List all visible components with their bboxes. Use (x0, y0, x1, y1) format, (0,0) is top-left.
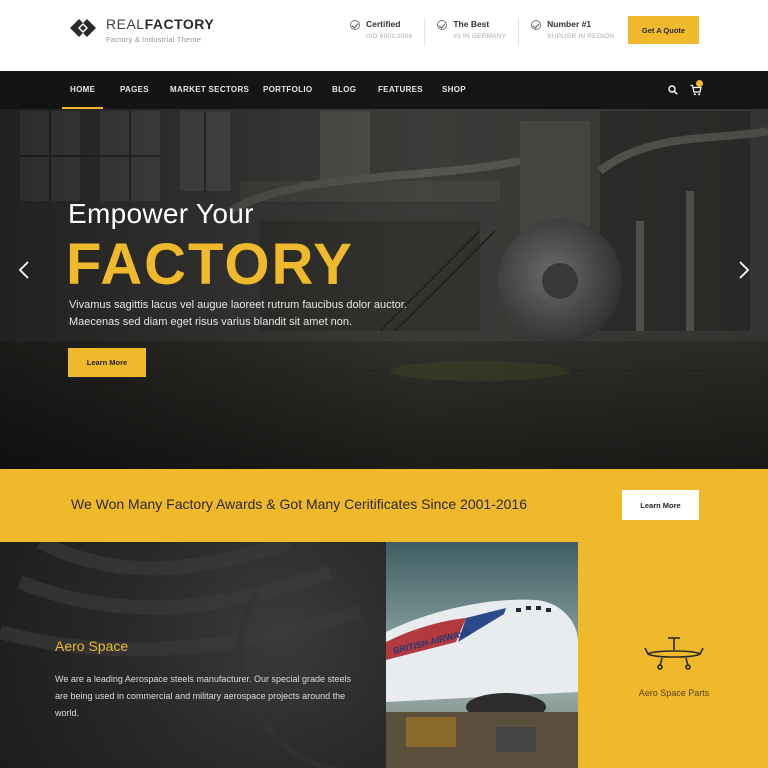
aero-space-panel: Aero Space We are a leading Aerospace st… (0, 542, 386, 768)
hero-title: FACTORY (66, 232, 354, 297)
nav-item-blog[interactable]: BLOG (332, 71, 356, 109)
logo-mark-icon (70, 19, 96, 37)
hero-learn-more-button[interactable]: Learn More (68, 348, 146, 377)
logo[interactable]: REALFACTORY Factory & Industrial Theme (68, 15, 214, 44)
info-number-one: Number #1 SUPLIER IN REGION (531, 18, 626, 46)
info-certified: Certified ISO 9001:2008 (350, 18, 426, 46)
get-a-quote-button[interactable]: Get A Quote (628, 16, 699, 44)
hero-pre-title: Empower Your (68, 198, 254, 229)
info-title: The Best (453, 19, 490, 29)
check-circle-icon (350, 20, 360, 30)
brand-tagline: Factory & Industrial Theme (106, 35, 202, 44)
airplane-image: BRITISH AIRWAYS (386, 542, 578, 768)
search-icon[interactable] (668, 85, 678, 95)
airplane-icon (644, 637, 704, 670)
nav-item-portfolio[interactable]: PORTFOLIO (263, 71, 312, 109)
nav-item-market-sectors[interactable]: MARKET SECTORS (170, 71, 249, 109)
slider-next-arrow-icon[interactable] (738, 261, 750, 279)
brand-name-bold: FACTORY (144, 16, 215, 32)
check-circle-icon (531, 20, 542, 30)
airplane-photo: BRITISH AIRWAYS (386, 542, 578, 768)
info-subtitle: SUPLIER IN REGION (547, 33, 615, 40)
info-subtitle: ISO 9001:2008 (366, 33, 413, 40)
info-title: Certified (366, 19, 401, 29)
aero-space-parts-card[interactable]: Aero Space Parts (578, 542, 768, 768)
awards-text: We Won Many Factory Awards & Got Many Ce… (71, 496, 527, 512)
info-subtitle: #1 IN GERMANY (453, 33, 507, 40)
header-info-list: Certified ISO 9001:2008 The Best #1 IN GER… (350, 18, 638, 46)
info-title: Number #1 (547, 19, 592, 29)
awards-learn-more-button[interactable]: Learn More (622, 490, 699, 520)
slider-prev-arrow-icon[interactable] (18, 261, 30, 279)
brand-name: REALFACTORY (106, 15, 214, 33)
turbine-background-image (0, 542, 386, 768)
cart-count-badge (696, 80, 703, 87)
nav-item-home[interactable]: HOME (62, 71, 104, 109)
site-header: REALFACTORY Factory & Industrial Theme C… (0, 0, 768, 71)
brand-name-light: REAL (106, 16, 145, 32)
check-circle-icon (437, 20, 448, 30)
main-navigation: HOME PAGES MARKET SECTORS PORTFOLIO BLOG… (0, 71, 768, 109)
sector-description: We are a leading Aerospace steels manufa… (55, 674, 351, 718)
awards-banner: We Won Many Factory Awards & Got Many Ce… (0, 469, 768, 542)
nav-item-shop[interactable]: SHOP (442, 71, 466, 109)
info-the-best: The Best #1 IN GERMANY (437, 18, 520, 46)
nav-item-features[interactable]: FEATURES (378, 71, 423, 109)
hero-slider: HOME PAGES MARKET SECTORS PORTFOLIO BLOG… (0, 71, 768, 469)
nav-item-pages[interactable]: PAGES (120, 71, 149, 109)
hero-description: Vivamus sagittis lacus vel augue laoreet… (69, 299, 407, 328)
sector-title: Aero Space (55, 638, 129, 654)
sector-card-label: Aero Space Parts (638, 688, 710, 698)
